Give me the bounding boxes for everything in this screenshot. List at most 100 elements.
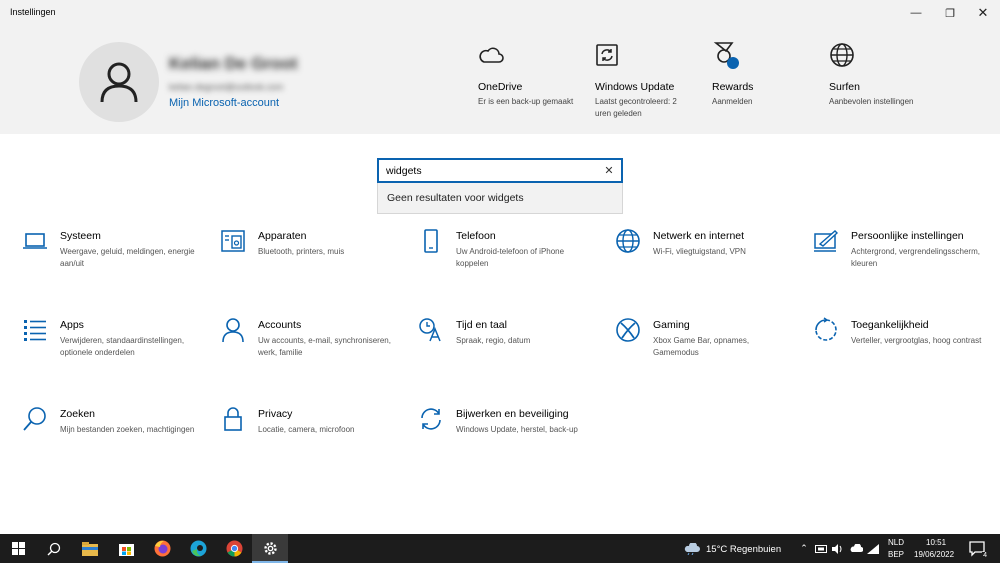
category-title: Gaming bbox=[653, 319, 690, 331]
phone-icon bbox=[424, 229, 438, 253]
category-description: Spraak, regio, datum bbox=[456, 336, 531, 345]
chevron-up-icon: ⌃ bbox=[800, 543, 808, 553]
minimize-button[interactable]: — bbox=[899, 0, 933, 26]
category-apps[interactable]: Apps Verwijderen, standaardinstellingen,… bbox=[22, 317, 202, 377]
category-description: Uw Android-telefoon of iPhone koppelen bbox=[456, 247, 565, 268]
tray-network[interactable] bbox=[866, 534, 880, 563]
category-netwerk-en-internet[interactable]: Netwerk en internet Wi-Fi, vliegtuigstan… bbox=[615, 228, 795, 288]
close-button[interactable]: ✕ bbox=[966, 0, 1000, 26]
category-privacy[interactable]: Privacy Locatie, camera, microfoon bbox=[220, 406, 400, 466]
weather-text[interactable]: 15°C Regenbuien bbox=[706, 544, 781, 555]
avatar bbox=[79, 42, 159, 122]
quick-link-onedrive[interactable]: OneDrive Er is een back-up gemaakt bbox=[478, 38, 578, 108]
xbox-icon bbox=[616, 318, 640, 342]
quick-link-surfen[interactable]: Surfen Aanbevolen instellingen bbox=[829, 38, 929, 108]
category-systeem[interactable]: Systeem Weergave, geluid, meldingen, ene… bbox=[22, 228, 202, 288]
weather-widget[interactable] bbox=[683, 534, 701, 563]
clear-search-button[interactable]: ✕ bbox=[601, 161, 617, 180]
quick-link-subtitle: Aanmelden bbox=[712, 97, 753, 106]
category-tijd-en-taal[interactable]: Tijd en taal Spraak, regio, datum bbox=[418, 317, 598, 377]
tray-cloud[interactable] bbox=[849, 534, 863, 563]
time-language-icon bbox=[419, 318, 441, 342]
device-icon bbox=[815, 544, 827, 553]
taskbar-firefox[interactable] bbox=[144, 534, 180, 563]
update-icon bbox=[421, 408, 441, 430]
category-title: Apps bbox=[60, 319, 84, 331]
file-explorer-icon bbox=[82, 541, 98, 556]
microsoft-account-link[interactable]: Mijn Microsoft-account bbox=[169, 97, 279, 109]
sync-icon bbox=[596, 44, 618, 66]
category-description: Verwijderen, standaardinstellingen, opti… bbox=[60, 336, 185, 357]
close-icon: ✕ bbox=[977, 5, 989, 20]
quick-link-windows-update[interactable]: Windows Update Laatst gecontroleerd: 2 u… bbox=[595, 38, 695, 120]
taskbar-settings[interactable] bbox=[252, 534, 288, 563]
category-description: Weergave, geluid, meldingen, energie aan… bbox=[60, 247, 195, 268]
quick-link-title: Surfen bbox=[829, 81, 860, 93]
taskbar-edge[interactable] bbox=[180, 534, 216, 563]
close-icon: ✕ bbox=[604, 165, 614, 177]
cloud-icon bbox=[850, 544, 863, 552]
category-telefoon[interactable]: Telefoon Uw Android-telefoon of iPhone k… bbox=[418, 228, 598, 288]
minimize-icon: — bbox=[910, 7, 922, 19]
category-accounts[interactable]: Accounts Uw accounts, e-mail, synchronis… bbox=[220, 317, 400, 377]
firefox-icon bbox=[154, 540, 170, 557]
quick-link-subtitle: Er is een back-up gemaakt bbox=[478, 97, 574, 106]
category-persoonlijke-instellingen[interactable]: Persoonlijke instellingen Achtergrond, v… bbox=[813, 228, 993, 288]
window-title: Instellingen bbox=[10, 7, 56, 17]
user-icon bbox=[100, 62, 138, 103]
quick-link-title: OneDrive bbox=[478, 81, 523, 93]
account-header: Kelian De Groot kelian.degroot@outlook.c… bbox=[0, 26, 1000, 134]
show-hidden-icons-button[interactable]: ⌃ bbox=[798, 534, 810, 563]
category-title: Apparaten bbox=[258, 230, 307, 242]
category-description: Locatie, camera, microfoon bbox=[258, 425, 355, 434]
globe-icon bbox=[830, 43, 854, 67]
taskbar-chrome[interactable] bbox=[216, 534, 252, 563]
globe-icon bbox=[616, 229, 640, 253]
taskbar-store[interactable] bbox=[108, 534, 144, 563]
settings-icon bbox=[263, 542, 277, 555]
laptop-icon bbox=[23, 233, 47, 249]
taskbar-search-button[interactable] bbox=[36, 534, 72, 563]
user-email: kelian.degroot@outlook.com bbox=[169, 82, 284, 92]
taskbar-file-explorer[interactable] bbox=[72, 534, 108, 563]
no-results-text: Geen resultaten voor widgets bbox=[387, 192, 524, 204]
category-apparaten[interactable]: Apparaten Bluetooth, printers, muis bbox=[220, 228, 400, 288]
title-bar: Instellingen — ❐ ✕ bbox=[0, 0, 1000, 26]
category-toegankelijkheid[interactable]: Toegankelijkheid Verteller, vergrootglas… bbox=[813, 317, 993, 377]
category-zoeken[interactable]: Zoeken Mijn bestanden zoeken, machtiging… bbox=[22, 406, 202, 466]
person-icon bbox=[222, 318, 244, 343]
settings-search-box[interactable]: ✕ bbox=[377, 158, 623, 183]
keyboard-layout[interactable]: BEP bbox=[888, 550, 904, 559]
chrome-icon bbox=[226, 540, 242, 557]
start-button[interactable] bbox=[0, 534, 36, 563]
apps-icon bbox=[24, 320, 46, 341]
clock-time[interactable]: 10:51 bbox=[926, 538, 946, 547]
clock-date[interactable]: 19/06/2022 bbox=[914, 550, 954, 559]
category-bijwerken-en-beveiliging[interactable]: Bijwerken en beveiliging Windows Update,… bbox=[418, 406, 598, 466]
category-description: Wi-Fi, vliegtuigstand, VPN bbox=[653, 247, 746, 256]
taskbar: 15°C Regenbuien ⌃ NLD BEP 10:51 19/06/20… bbox=[0, 534, 1000, 563]
tray-device[interactable] bbox=[814, 534, 828, 563]
store-icon bbox=[118, 544, 134, 556]
personalize-icon bbox=[814, 230, 839, 252]
language-indicator[interactable]: NLD bbox=[888, 538, 904, 547]
category-title: Zoeken bbox=[60, 408, 96, 420]
category-gaming[interactable]: Gaming Xbox Game Bar, opnames, Gamemodus bbox=[615, 317, 795, 377]
category-description: Windows Update, herstel, back-up bbox=[456, 425, 578, 434]
tray-volume[interactable] bbox=[831, 534, 845, 563]
devices-icon bbox=[221, 230, 245, 252]
search-icon bbox=[23, 407, 46, 431]
quick-link-rewards[interactable]: Rewards Aanmelden bbox=[712, 38, 812, 108]
search-input[interactable] bbox=[386, 163, 596, 179]
notification-center-button[interactable]: 4 bbox=[966, 534, 990, 563]
category-description: Achtergrond, vergrendelingsscherm, kleur… bbox=[851, 247, 980, 268]
category-description: Uw accounts, e-mail, synchroniseren, wer… bbox=[258, 336, 391, 357]
start-icon bbox=[11, 542, 25, 555]
category-title: Netwerk en internet bbox=[653, 230, 745, 242]
rain-cloud-icon bbox=[684, 542, 700, 555]
cloud-icon bbox=[479, 47, 504, 63]
category-description: Xbox Game Bar, opnames, Gamemodus bbox=[653, 336, 750, 357]
notification-badge: 4 bbox=[982, 552, 988, 559]
category-title: Toegankelijkheid bbox=[851, 319, 929, 331]
maximize-button[interactable]: ❐ bbox=[933, 0, 967, 26]
